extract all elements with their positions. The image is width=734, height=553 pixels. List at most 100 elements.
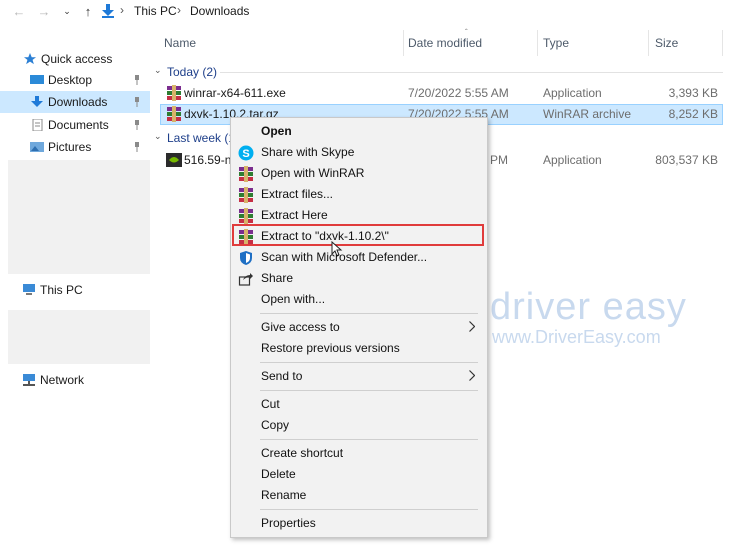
file-name: winrar-x64-611.exe <box>184 86 286 100</box>
column-divider[interactable] <box>722 30 723 56</box>
winrar-archive-icon <box>167 106 181 122</box>
menu-item-properties[interactable]: Properties <box>231 513 487 534</box>
sidebar-item-pictures[interactable]: Pictures <box>0 136 150 158</box>
menu-separator <box>260 390 478 391</box>
breadcrumb-separator: › <box>120 3 124 17</box>
group-divider <box>220 72 723 73</box>
menu-separator <box>260 439 478 440</box>
menu-item-send-to[interactable]: Send to <box>231 366 487 387</box>
sidebar-item-network[interactable]: Network <box>0 369 150 391</box>
star-icon <box>24 53 36 65</box>
file-size: 3,393 KB <box>668 86 718 100</box>
sidebar-item-documents[interactable]: Documents <box>0 114 150 136</box>
breadcrumb-this-pc[interactable]: This PC <box>134 4 177 18</box>
file-date: 7/20/2022 5:55 AM <box>408 86 509 100</box>
sidebar-item-label: Desktop <box>48 73 93 87</box>
column-divider[interactable] <box>403 30 404 56</box>
blurred-region <box>8 160 150 274</box>
menu-item-restore-versions[interactable]: Restore previous versions <box>231 338 487 359</box>
menu-item-label: Open <box>261 124 292 138</box>
menu-item-label: Delete <box>261 467 296 481</box>
menu-item-rename[interactable]: Rename <box>231 485 487 506</box>
pin-icon[interactable] <box>133 75 141 85</box>
desktop-icon <box>30 75 44 84</box>
chevron-down-icon[interactable]: ⌄ <box>154 65 162 76</box>
menu-item-label: Open with WinRAR <box>261 166 365 180</box>
menu-item-create-shortcut[interactable]: Create shortcut <box>231 443 487 464</box>
menu-item-extract-files[interactable]: Extract files... <box>231 184 487 205</box>
menu-separator <box>260 313 478 314</box>
winrar-icon <box>239 166 253 182</box>
sidebar-item-this-pc[interactable]: This PC <box>0 279 150 301</box>
menu-item-label: Cut <box>261 397 280 411</box>
pin-icon[interactable] <box>133 120 141 130</box>
navigation-pane: Quick access Desktop Downloads Documents… <box>0 48 150 553</box>
column-divider[interactable] <box>537 30 538 56</box>
menu-item-label: Rename <box>261 488 307 502</box>
documents-icon <box>32 119 43 131</box>
menu-item-delete[interactable]: Delete <box>231 464 487 485</box>
menu-item-copy[interactable]: Copy <box>231 415 487 436</box>
column-header-type[interactable]: Type <box>543 36 569 50</box>
menu-item-open-winrar[interactable]: Open with WinRAR <box>231 163 487 184</box>
defender-shield-icon <box>240 251 252 265</box>
pin-icon[interactable] <box>133 97 141 107</box>
forward-arrow-icon[interactable]: → <box>36 3 52 19</box>
file-row[interactable]: winrar-x64-611.exe 7/20/2022 5:55 AM App… <box>160 83 723 104</box>
menu-item-label: Extract files... <box>261 187 334 201</box>
column-header-date-modified[interactable]: Date modified <box>408 36 482 50</box>
menu-item-label: Send to <box>261 369 303 383</box>
sidebar-item-label: Downloads <box>48 95 108 109</box>
file-date: PM <box>490 153 508 167</box>
menu-item-label: Share with Skype <box>261 145 355 159</box>
sidebar-item-quick-access[interactable]: Quick access <box>0 48 150 70</box>
watermark-url: www.DriverEasy.com <box>492 327 661 347</box>
pin-icon[interactable] <box>133 142 141 152</box>
chevron-down-icon[interactable]: ⌄ <box>154 131 162 142</box>
column-divider[interactable] <box>648 30 649 56</box>
column-header-name[interactable]: Name <box>164 36 196 50</box>
menu-item-cut[interactable]: Cut <box>231 394 487 415</box>
file-type: Application <box>543 153 602 167</box>
sidebar-item-label: Quick access <box>41 52 113 66</box>
blurred-region <box>8 310 150 364</box>
nvidia-installer-icon <box>166 153 182 167</box>
up-arrow-icon[interactable]: ↑ <box>80 3 96 19</box>
column-header-size[interactable]: Size <box>655 36 678 50</box>
menu-item-open-with[interactable]: Open with... <box>231 289 487 310</box>
menu-item-label: Create shortcut <box>261 446 344 460</box>
menu-item-open[interactable]: Open <box>231 121 487 142</box>
file-type: WinRAR archive <box>543 107 632 121</box>
chevron-down-icon[interactable]: ⌄ <box>59 3 75 19</box>
menu-item-label: Share <box>261 271 294 285</box>
svg-text:S: S <box>242 148 249 160</box>
back-arrow-icon[interactable]: ← <box>11 3 27 19</box>
winrar-icon <box>239 187 253 203</box>
sidebar-item-downloads[interactable]: Downloads <box>0 91 150 113</box>
menu-item-give-access[interactable]: Give access to <box>231 317 487 338</box>
file-size: 803,537 KB <box>655 153 718 167</box>
chevron-right-icon <box>469 370 475 381</box>
share-icon <box>238 273 253 286</box>
menu-item-label: Properties <box>261 516 316 530</box>
sidebar-item-label: Documents <box>48 118 109 132</box>
breadcrumb-downloads[interactable]: Downloads <box>190 4 249 18</box>
downloads-folder-icon <box>102 4 114 18</box>
network-icon <box>23 374 35 386</box>
group-label: Today (2) <box>167 65 218 79</box>
file-size: 8,252 KB <box>668 107 718 121</box>
watermark-title: driver easy <box>490 286 687 328</box>
menu-item-share[interactable]: Share <box>231 268 487 289</box>
menu-item-label: Copy <box>261 418 290 432</box>
sidebar-item-desktop[interactable]: Desktop <box>0 69 150 91</box>
sidebar-item-label: Network <box>40 373 85 387</box>
menu-item-scan-defender[interactable]: Scan with Microsoft Defender... <box>231 247 487 268</box>
winrar-icon <box>239 208 253 224</box>
menu-item-label: Scan with Microsoft Defender... <box>261 250 428 264</box>
menu-separator <box>260 362 478 363</box>
sidebar-item-label: Pictures <box>48 140 92 154</box>
menu-item-share-skype[interactable]: S Share with Skype <box>231 142 487 163</box>
file-name: 516.59-n <box>184 153 232 167</box>
menu-item-extract-here[interactable]: Extract Here <box>231 205 487 226</box>
skype-icon: S <box>238 145 254 161</box>
